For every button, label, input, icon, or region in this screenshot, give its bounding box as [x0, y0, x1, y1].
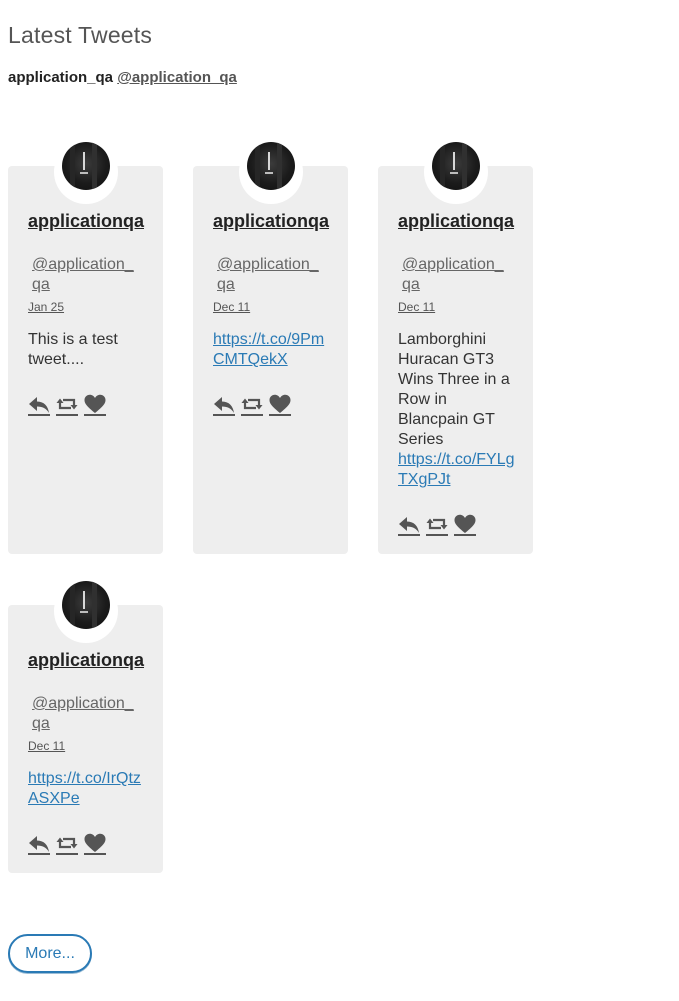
- avatar-frame: [54, 140, 118, 204]
- account-line: application_qa @application_qa: [8, 69, 237, 86]
- tweet-card: applicationqa @application_qa Dec 11 Lam…: [378, 140, 533, 554]
- retweet-icon[interactable]: [56, 394, 78, 416]
- tweet-author-handle[interactable]: @application_qa: [398, 255, 510, 295]
- reply-icon[interactable]: [213, 394, 235, 416]
- avatar[interactable]: [247, 142, 295, 190]
- tweet-actions: [28, 394, 118, 416]
- reply-icon[interactable]: [28, 394, 50, 416]
- tweet-author-handle[interactable]: @application_qa: [28, 694, 140, 734]
- avatar[interactable]: [62, 142, 110, 190]
- reply-icon[interactable]: [28, 833, 50, 855]
- tweet-date[interactable]: Dec 11: [28, 739, 65, 753]
- tweet-text: Lamborghini Huracan GT3 Wins Three in a …: [398, 330, 518, 490]
- tweet-card: applicationqa @application_qa Dec 11 htt…: [8, 579, 163, 873]
- tweet-actions: [398, 514, 488, 536]
- more-button[interactable]: More...: [8, 934, 92, 973]
- tweet-author-name[interactable]: applicationqa: [28, 649, 146, 672]
- tweet-author-name[interactable]: applicationqa: [398, 210, 516, 233]
- tweet-author-name[interactable]: applicationqa: [28, 210, 146, 233]
- retweet-icon[interactable]: [56, 833, 78, 855]
- tweet-author-handle[interactable]: @application_qa: [28, 255, 140, 295]
- tweet-text: https://t.co/9PmCMTQekX: [213, 330, 333, 370]
- heart-icon[interactable]: [84, 833, 106, 855]
- tweet-text: This is a test tweet....: [28, 330, 148, 370]
- avatar-frame: [239, 140, 303, 204]
- tweet-date[interactable]: Jan 25: [28, 300, 64, 314]
- account-handle-link[interactable]: @application_qa: [117, 69, 237, 86]
- tweet-link[interactable]: https://t.co/9PmCMTQekX: [213, 330, 333, 370]
- tweet-card: applicationqa @application_qa Dec 11 htt…: [193, 140, 348, 554]
- tweet-actions: [28, 833, 118, 855]
- tweet-link[interactable]: https://t.co/FYLgTXgPJt: [398, 450, 518, 490]
- tweet-link[interactable]: https://t.co/IrQtzASXPe: [28, 769, 148, 809]
- avatar-frame: [424, 140, 488, 204]
- tweet-date[interactable]: Dec 11: [398, 300, 435, 314]
- tweet-card: applicationqa @application_qa Jan 25 Thi…: [8, 140, 163, 554]
- tweet-author-handle[interactable]: @application_qa: [213, 255, 325, 295]
- reply-icon[interactable]: [398, 514, 420, 536]
- tweet-date[interactable]: Dec 11: [213, 300, 250, 314]
- tweet-actions: [213, 394, 303, 416]
- avatar[interactable]: [62, 581, 110, 629]
- heart-icon[interactable]: [454, 514, 476, 536]
- tweet-text: https://t.co/IrQtzASXPe: [28, 769, 148, 809]
- retweet-icon[interactable]: [241, 394, 263, 416]
- heart-icon[interactable]: [269, 394, 291, 416]
- account-name: application_qa: [8, 69, 114, 86]
- tweet-body: Lamborghini Huracan GT3 Wins Three in a …: [398, 331, 510, 448]
- avatar[interactable]: [432, 142, 480, 190]
- tweet-body: This is a test tweet....: [28, 331, 118, 368]
- tweet-author-name[interactable]: applicationqa: [213, 210, 331, 233]
- retweet-icon[interactable]: [426, 514, 448, 536]
- widget-title: Latest Tweets: [8, 22, 153, 48]
- avatar-frame: [54, 579, 118, 643]
- heart-icon[interactable]: [84, 394, 106, 416]
